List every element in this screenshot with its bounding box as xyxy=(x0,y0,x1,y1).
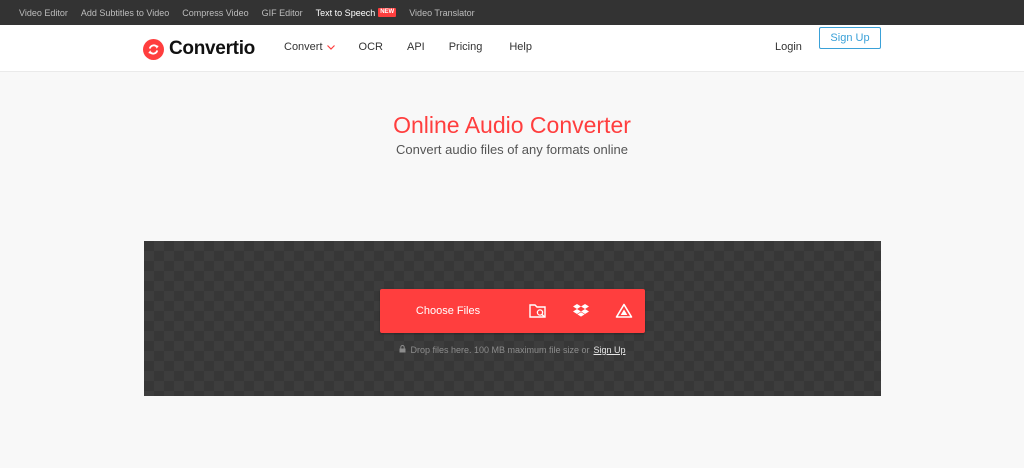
nav-convert-label: Convert xyxy=(284,41,323,53)
page-title: Online Audio Converter xyxy=(393,112,631,138)
logo-text: Convertio xyxy=(169,38,255,59)
topbar-link-gif-editor[interactable]: GIF Editor xyxy=(262,8,303,18)
nav-ocr[interactable]: OCR xyxy=(359,41,383,53)
convertio-logo-icon xyxy=(143,38,164,60)
main-nav: Convert OCR API Pricing Help xyxy=(284,41,532,53)
topbar-link-add-subtitles[interactable]: Add Subtitles to Video xyxy=(81,8,169,18)
nav-pricing[interactable]: Pricing xyxy=(449,41,483,53)
topbar-link-video-editor[interactable]: Video Editor xyxy=(19,8,68,18)
new-badge: NEW xyxy=(378,8,397,17)
drop-hint-text: Drop files here. 100 MB maximum file siz… xyxy=(410,345,590,355)
drop-hint: Drop files here. 100 MB maximum file siz… xyxy=(144,345,881,355)
top-bar: Video Editor Add Subtitles to Video Comp… xyxy=(0,0,1024,25)
signup-button[interactable]: Sign Up xyxy=(819,27,881,49)
logo[interactable]: Convertio xyxy=(143,38,255,60)
choose-files-button[interactable]: Choose Files xyxy=(380,305,516,317)
folder-search-icon[interactable] xyxy=(516,289,559,333)
login-link[interactable]: Login xyxy=(775,41,802,53)
file-drop-area[interactable]: Choose Files Drop files here. 100 MB max… xyxy=(144,241,881,396)
choose-files-bar: Choose Files xyxy=(380,289,645,333)
lock-icon xyxy=(399,345,406,355)
nav-help[interactable]: Help xyxy=(509,41,532,53)
dropbox-icon[interactable] xyxy=(559,289,602,333)
chevron-down-icon xyxy=(326,41,335,53)
topbar-link-compress-video[interactable]: Compress Video xyxy=(182,8,248,18)
drop-hint-signup-link[interactable]: Sign Up xyxy=(594,345,626,355)
google-drive-icon[interactable] xyxy=(602,289,645,333)
topbar-link-video-translator[interactable]: Video Translator xyxy=(409,8,474,18)
topbar-link-label: Text to Speech xyxy=(315,7,376,18)
nav-api[interactable]: API xyxy=(407,41,425,53)
nav-convert[interactable]: Convert xyxy=(284,41,335,53)
topbar-link-text-to-speech[interactable]: Text to Speech NEW xyxy=(316,8,397,18)
page-subtitle: Convert audio files of any formats onlin… xyxy=(396,142,628,157)
